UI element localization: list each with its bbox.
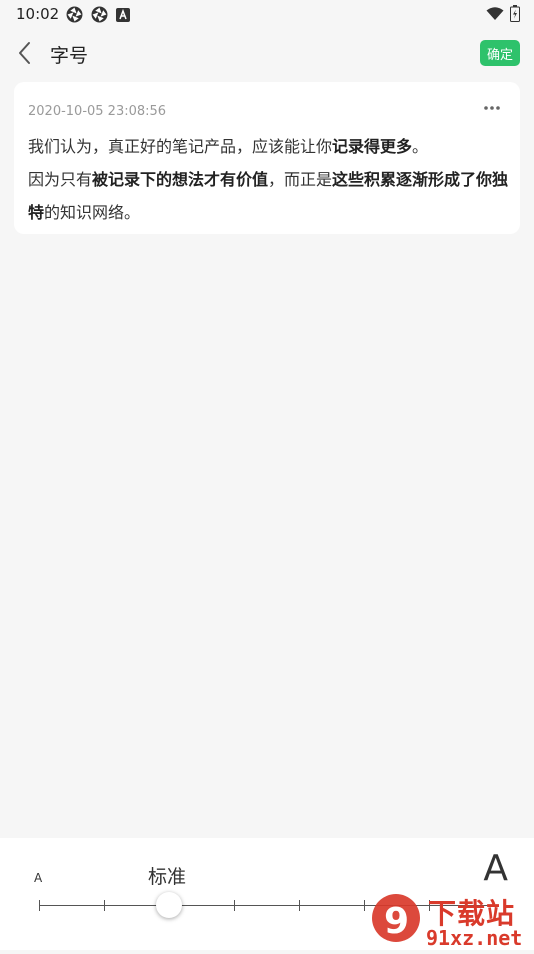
note-text: ，而正是 [268,170,333,189]
note-line-2: 因为只有被记录下的想法才有价值，而正是这些积累逐渐形成了你独特的知识网络。 [28,163,513,229]
notification-icons [66,6,130,23]
battery-icon [510,5,520,22]
site-watermark: 9 下载站 91xz.net [362,888,534,950]
small-font-label: A [34,871,43,885]
chevron-left-icon [19,42,30,64]
note-text: 的知识网络。 [44,203,141,222]
slider-tick[interactable] [104,900,105,911]
back-button[interactable] [14,40,38,66]
note-line-1: 我们认为，真正好的笔记产品，应该能让你记录得更多。 [28,130,513,163]
current-size-label: 标准 [148,866,187,888]
aperture-icon [91,6,108,23]
note-text: 因为只有 [28,170,93,189]
more-button[interactable] [482,100,502,114]
note-text: 。 [412,137,429,156]
slider-tick[interactable] [299,900,300,911]
more-dots-icon [484,106,500,110]
aperture-icon [66,6,83,23]
note-content: 我们认为，真正好的笔记产品，应该能让你记录得更多。 因为只有被记录下的想法才有价… [28,130,513,229]
app-a-icon [116,7,130,22]
slider-tick[interactable] [234,900,235,911]
note-timestamp: 2020-10-05 23:08:56 [28,104,167,119]
system-icons [486,5,520,22]
confirm-button[interactable]: 确定 [480,40,520,66]
font-size-slider-thumb[interactable] [156,892,182,918]
status-time: 10:02 [16,5,60,23]
page-title: 字号 [50,45,89,67]
header: 字号 确定 [0,30,534,76]
note-bold-text: 被记录下的想法才有价值 [92,170,269,189]
svg-text:9: 9 [384,901,409,942]
note-preview-card: 2020-10-05 23:08:56 我们认为，真正好的笔记产品，应该能让你记… [14,82,520,234]
status-bar: 10:02 [0,0,534,28]
slider-tick[interactable] [39,900,40,911]
note-bold-text: 记录得更多 [332,137,413,156]
watermark-text-bottom: 91xz.net [426,926,523,950]
wifi-icon [486,6,504,20]
large-font-label: A [483,848,508,889]
note-text: 我们认为，真正好的笔记产品，应该能让你 [28,137,333,156]
